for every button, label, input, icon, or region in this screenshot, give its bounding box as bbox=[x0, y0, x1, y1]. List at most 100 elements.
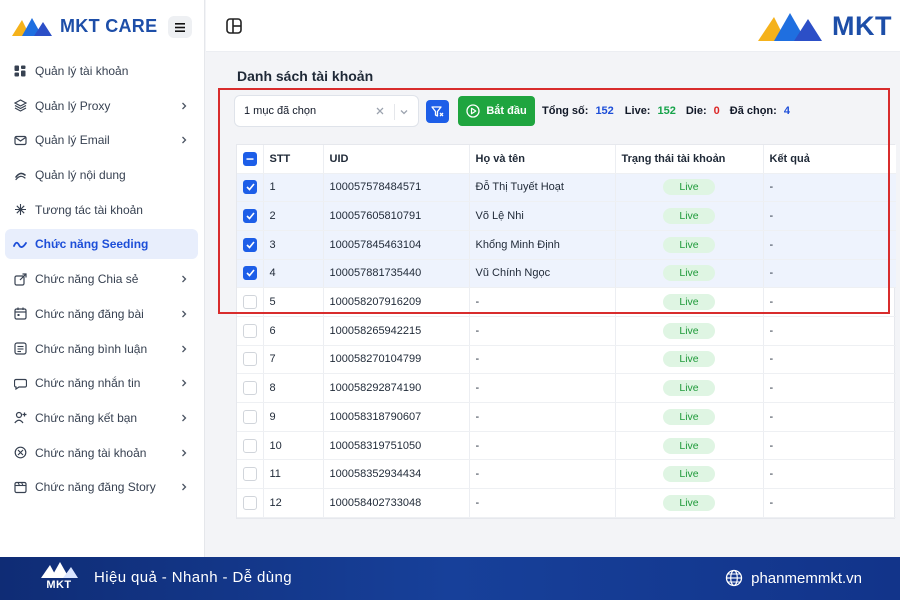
header-result[interactable]: Kết quả bbox=[763, 145, 896, 174]
row-checkbox[interactable] bbox=[243, 323, 257, 338]
sidebar-item-label: Chức năng tài khoản bbox=[35, 445, 147, 460]
row-checkbox[interactable] bbox=[243, 295, 257, 310]
sidebar-item-chuc-nang-nhan-tin[interactable]: Chức năng nhắn tin bbox=[5, 368, 198, 398]
table-row[interactable]: 7 100058270104799- Live - bbox=[237, 345, 896, 375]
table-row[interactable]: 5 100058207916209- Live - bbox=[237, 287, 896, 317]
check-icon bbox=[245, 269, 255, 278]
clear-icon[interactable] bbox=[374, 105, 386, 117]
row-checkbox[interactable] bbox=[243, 352, 257, 367]
sidebar-item-chuc-nang-seeding[interactable]: Chức năng Seeding bbox=[5, 229, 198, 260]
row-checkbox[interactable] bbox=[243, 381, 257, 396]
sidebar-item-chuc-nang-ket-ban[interactable]: Chức năng kết bạn bbox=[5, 403, 198, 433]
sidebar-item-quan-ly-email[interactable]: Quản lý Email bbox=[5, 125, 198, 155]
stat-live-label: Live: bbox=[624, 105, 651, 117]
cell-result: - bbox=[763, 402, 896, 432]
table-row[interactable]: 6 100058265942215- Live - bbox=[237, 316, 896, 346]
sparkle-icon bbox=[13, 203, 27, 217]
table-row[interactable]: 2 100057605810791 Võ Lệ Nhi Live - bbox=[237, 201, 896, 231]
chevron-right-icon[interactable] bbox=[178, 447, 190, 459]
footer-website[interactable]: phanmemmkt.vn bbox=[725, 569, 862, 587]
mkt-header-logo: MKT bbox=[756, 9, 892, 43]
status-badge: Live bbox=[663, 294, 715, 311]
row-checkbox[interactable] bbox=[243, 237, 257, 252]
row-checkbox[interactable] bbox=[243, 209, 257, 224]
sidebar-item-label: Chức năng Chia sẻ bbox=[35, 272, 139, 287]
status-badge: Live bbox=[663, 466, 715, 483]
table-row[interactable]: 12 100058402733048- Live - bbox=[237, 488, 896, 518]
stat-total-value: 152 bbox=[595, 105, 614, 117]
sidebar-item-chuc-nang-dang-bai[interactable]: Chức năng đăng bài bbox=[5, 299, 198, 329]
row-checkbox[interactable] bbox=[243, 438, 257, 453]
row-checkbox[interactable] bbox=[243, 467, 257, 482]
cell-uid: 100058270104799 bbox=[323, 345, 470, 375]
chevron-right-icon[interactable] bbox=[178, 308, 190, 320]
stat-live-value: 152 bbox=[657, 105, 676, 117]
comment-icon bbox=[13, 342, 27, 356]
cell-name: - bbox=[469, 287, 616, 317]
sidebar-item-quan-ly-proxy[interactable]: Quản lý Proxy bbox=[5, 91, 198, 121]
chevron-right-icon[interactable] bbox=[178, 343, 190, 355]
main-content: Danh sách tài khoản 1 mục đã chọn Bắt đầ… bbox=[206, 53, 900, 557]
row-checkbox[interactable] bbox=[243, 266, 257, 281]
table-body: 1 100057578484571 Đỗ Thị Tuyết Hoạt Live -2 1… bbox=[237, 173, 896, 518]
row-checkbox[interactable] bbox=[243, 495, 257, 510]
chevron-right-icon[interactable] bbox=[178, 481, 190, 493]
chevron-down-icon[interactable] bbox=[398, 106, 410, 118]
cell-uid: 100058319751050 bbox=[323, 431, 470, 461]
sidebar-item-chuc-nang-binh-luan[interactable]: Chức năng bình luận bbox=[5, 334, 198, 364]
table-row[interactable]: 9 100058318790607- Live - bbox=[237, 402, 896, 432]
table-row[interactable]: 11 100058352934434- Live - bbox=[237, 459, 896, 490]
indeterminate-icon bbox=[246, 158, 254, 160]
chevron-right-icon[interactable] bbox=[178, 377, 190, 389]
start-button[interactable]: Bắt đầu bbox=[458, 96, 535, 126]
header-uid[interactable]: UID bbox=[323, 145, 470, 174]
status-badge: Live bbox=[663, 437, 715, 454]
cell-result: - bbox=[763, 345, 896, 375]
header-status[interactable]: Trạng thái tài khoản bbox=[615, 145, 764, 174]
table-row[interactable]: 8 100058292874190- Live - bbox=[237, 373, 896, 403]
select-all-checkbox[interactable] bbox=[243, 151, 257, 166]
cell-status: Live bbox=[615, 431, 764, 461]
play-circle-icon bbox=[466, 104, 480, 118]
header-stt[interactable]: STT bbox=[263, 145, 324, 174]
menu-toggle-button[interactable] bbox=[168, 16, 192, 38]
table-row[interactable]: 4 100057881735440 Vũ Chính Ngọc Live - bbox=[237, 259, 896, 289]
layout-toggle-icon[interactable] bbox=[226, 18, 242, 34]
toolbar: 1 mục đã chọn Bắt đầu Tổng số: 152 Live:… bbox=[234, 95, 790, 127]
table-row[interactable]: 10 100058319751050- Live - bbox=[237, 431, 896, 461]
globe-icon bbox=[725, 569, 743, 587]
selection-select[interactable]: 1 mục đã chọn bbox=[234, 95, 419, 127]
sidebar-item-chuc-nang-dang-story[interactable]: Chức năng đăng Story bbox=[5, 472, 198, 502]
checkbox-cell bbox=[237, 201, 264, 231]
filter-clear-icon bbox=[431, 105, 444, 117]
header-name[interactable]: Họ và tên bbox=[469, 145, 616, 174]
cell-result: - bbox=[763, 316, 896, 346]
chevron-right-icon[interactable] bbox=[178, 412, 190, 424]
sidebar-item-chuc-nang-chia-se[interactable]: Chức năng Chia sẻ bbox=[5, 264, 198, 294]
chevron-right-icon[interactable] bbox=[178, 134, 190, 146]
cell-uid: 100057845463104 bbox=[323, 230, 470, 260]
cell-result: - bbox=[763, 459, 896, 490]
cell-result: - bbox=[763, 287, 896, 317]
dashboard-icon bbox=[13, 64, 27, 78]
cell-name: - bbox=[469, 345, 616, 375]
table-row[interactable]: 3 100057845463104 Khổng Minh Định Live - bbox=[237, 230, 896, 260]
cell-status: Live bbox=[615, 345, 764, 375]
cell-status: Live bbox=[615, 402, 764, 432]
table-header-row: STT UID Họ và tên Trạng thái tài khoản K… bbox=[237, 145, 896, 174]
filter-button[interactable] bbox=[426, 99, 449, 123]
row-checkbox[interactable] bbox=[243, 180, 257, 195]
row-checkbox[interactable] bbox=[243, 409, 257, 424]
cell-result: - bbox=[763, 230, 896, 260]
chevron-right-icon[interactable] bbox=[178, 273, 190, 285]
sidebar-item-quan-ly-tai-khoan[interactable]: Quản lý tài khoản bbox=[5, 56, 198, 86]
cell-stt: 10 bbox=[263, 431, 324, 461]
cell-status: Live bbox=[615, 459, 764, 490]
checkbox-cell bbox=[237, 316, 264, 346]
table-row[interactable]: 1 100057578484571 Đỗ Thị Tuyết Hoạt Live - bbox=[237, 173, 896, 203]
chevron-right-icon[interactable] bbox=[178, 100, 190, 112]
sidebar-item-tuong-tac-tai-khoan[interactable]: Tương tác tài khoản bbox=[5, 195, 198, 225]
sidebar-item-chuc-nang-tai-khoan[interactable]: Chức năng tài khoản bbox=[5, 438, 198, 468]
cell-stt: 3 bbox=[263, 230, 324, 260]
sidebar-item-quan-ly-noi-dung[interactable]: Quản lý nội dung bbox=[5, 160, 198, 190]
